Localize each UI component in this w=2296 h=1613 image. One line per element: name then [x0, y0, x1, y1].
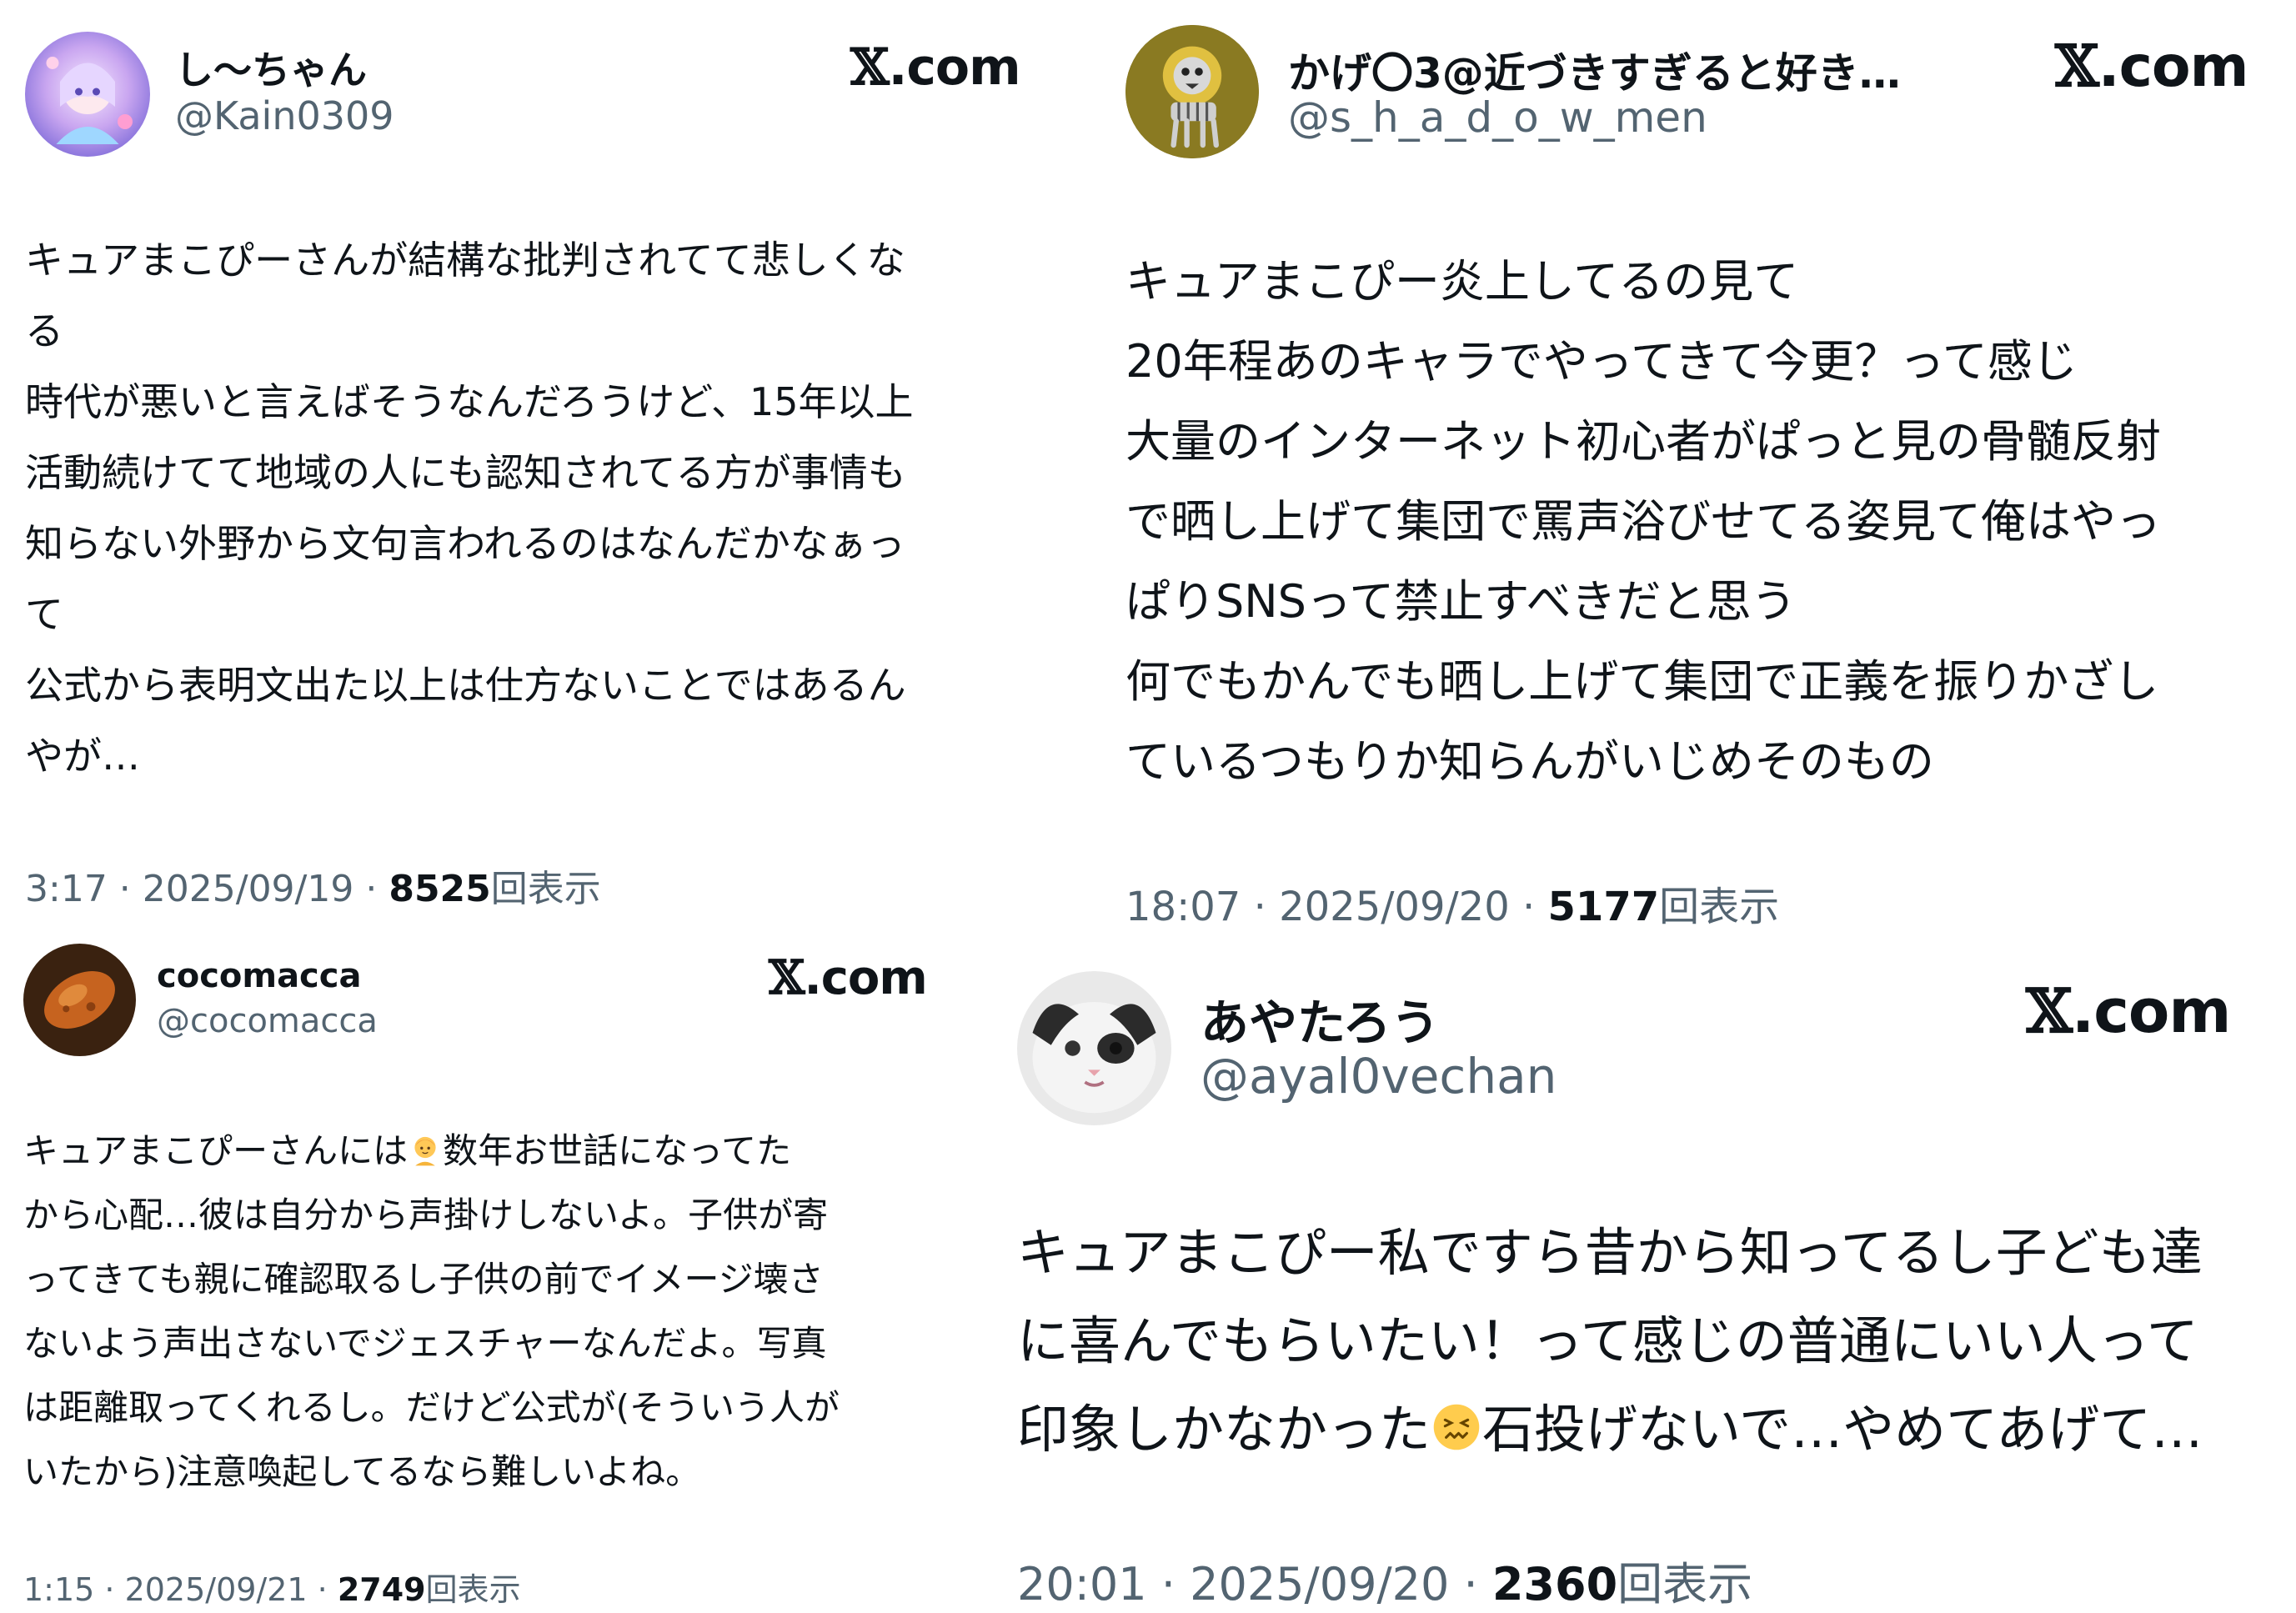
view-count: 5177 [1547, 884, 1660, 930]
user-handle[interactable]: @cocomacca [157, 1002, 378, 1040]
cat-face-avatar-icon[interactable] [1017, 971, 1171, 1125]
person-emoji-icon [408, 1132, 443, 1167]
view-count-suffix: 回表示 [1659, 884, 1780, 930]
orange-blob-avatar-icon[interactable] [23, 944, 136, 1056]
tweet-line: ぱりSNSって禁止すべきだと思う [1125, 575, 1797, 628]
tweet-line: ているつもりか知らんがいじめそのもの [1125, 735, 1934, 788]
user-handle[interactable]: @ayal0vechan [1201, 1048, 1557, 1105]
x-logo-icon: 𝕏 [769, 950, 805, 1005]
timestamp[interactable]: 1:15 · 2025/09/21 · [23, 1571, 338, 1608]
tweet-line: から心配…彼は自分から声掛けしないよ。子供が寄 [23, 1195, 829, 1235]
site-label: .com [2071, 976, 2232, 1046]
tweet-meta: 1:15 · 2025/09/21 · 2749回表示 [23, 1564, 521, 1610]
tweet-text: キュアまこぴー炎上してるの見て 20年程あのキャラでやってきて今更？って感じ 大… [1125, 242, 2161, 802]
timestamp[interactable]: 18:07 · 2025/09/20 · [1125, 884, 1548, 930]
x-logo-icon: 𝕏 [2055, 33, 2099, 100]
pastel-anime-avatar-icon[interactable] [25, 32, 150, 157]
x-com-logo[interactable]: 𝕏.com [769, 950, 928, 1005]
site-label: .com [888, 38, 1021, 97]
view-count: 2749 [337, 1571, 426, 1608]
confounded-face-emoji-icon [1431, 1401, 1482, 1453]
view-count-suffix: 回表示 [1617, 1558, 1753, 1610]
tweet-line: 印象しかなかった 石投げないで…やめてあげて… [1017, 1385, 2203, 1474]
tweet-line: 時代が悪いと言えばそうなんだろうけど、15年以上 [25, 379, 914, 424]
view-count: 8525 [389, 868, 491, 910]
display-name[interactable]: あやたろう [1201, 984, 1440, 1054]
display-name[interactable]: し〜ちゃん [175, 40, 367, 95]
tweet-line: やが… [25, 734, 140, 779]
site-label: .com [2098, 34, 2249, 100]
tweet-line: ってきても親に確認取るし子供の前でイメージ壊さ [23, 1259, 824, 1300]
user-handle[interactable]: @Kain0309 [175, 93, 394, 138]
display-name[interactable]: かげ〇3@近づきすぎると好き… [1288, 40, 1901, 100]
display-name[interactable]: cocomacca [157, 957, 361, 995]
x-com-logo[interactable]: 𝕏.com [850, 38, 1021, 97]
tweet-line: に喜んでもらいたい！って感じの普通にいい人って [1017, 1310, 2198, 1371]
tweet-line: 大量のインターネット初心者がぱっと見の骨髄反射 [1125, 415, 2161, 468]
tweet-meta: 18:07 · 2025/09/20 · 5177回表示 [1125, 874, 1779, 932]
tweet-line: ないよう声出さないでジェスチャーなんだよ。写真 [23, 1323, 827, 1364]
tweet-line: 知らない外野から文句言われるのはなんだかなぁっ [25, 521, 905, 566]
skeleton-lion-avatar-icon[interactable] [1125, 25, 1259, 158]
tweet-meta: 3:17 · 2025/09/19 · 8525回表示 [25, 859, 601, 912]
user-handle[interactable]: @s_h_a_d_o_w_men [1288, 93, 1707, 142]
timestamp[interactable]: 20:01 · 2025/09/20 · [1017, 1558, 1492, 1610]
tweet-line: いたから)注意喚起してるなら難しいよね。 [23, 1451, 701, 1492]
tweet-line: 20年程あのキャラでやってきて今更？って感じ [1125, 335, 2078, 388]
timestamp[interactable]: 3:17 · 2025/09/19 · [25, 868, 389, 910]
tweet-line-text: 石投げないで…やめてあげて… [1482, 1399, 2203, 1460]
view-count-suffix: 回表示 [425, 1571, 521, 1608]
tweet-line: キュアまこぴー炎上してるの見て [1125, 255, 1799, 308]
x-com-logo[interactable]: 𝕏.com [2026, 975, 2232, 1046]
tweet-line-text: 数年お世話になってた [443, 1130, 792, 1171]
tweet-line: て [25, 592, 63, 637]
tweet-line: で晒し上げて集団で罵声浴びせてる姿見て俺はやっ [1125, 495, 2161, 548]
tweet-line: キュアまこぴー私ですら昔から知ってるし子ども達 [1017, 1222, 2203, 1283]
x-com-logo[interactable]: 𝕏.com [2055, 33, 2248, 100]
tweet-line: キュアまこぴーさんが結構な批判されてて悲しくな [25, 238, 905, 283]
tweet-line: 何でもかんでも晒し上げて集団で正義を振りかざし [1125, 655, 2159, 708]
tweet-text: キュアまこぴー私ですら昔から知ってるし子ども達 に喜んでもらいたい！って感じの普… [1017, 1209, 2203, 1474]
tweet-text: キュアまこぴーさんが結構な批判されてて悲しくな る 時代が悪いと言えばそうなんだ… [25, 225, 913, 792]
tweet-line-text: キュアまこぴーさんには [23, 1130, 409, 1171]
tweet-line: 活動続けてて地域の人にも認知されてる方が事情も [25, 450, 906, 495]
tweet-line: キュアまこぴーさんには 数年お世話になってた [23, 1119, 840, 1183]
site-label: .com [804, 951, 927, 1005]
tweet-line: は距離取ってくれるし。だけど公式が(そういう人が [23, 1387, 840, 1428]
tweet-text: キュアまこぴーさんには 数年お世話になってた から心配…彼は自分から声掛けしないよ… [23, 1119, 840, 1504]
view-count-suffix: 回表示 [490, 868, 601, 910]
x-logo-icon: 𝕏 [850, 38, 890, 97]
tweet-meta: 20:01 · 2025/09/20 · 2360回表示 [1017, 1547, 1752, 1613]
tweet-line: 公式から表明文出た以上は仕方ないことではあるん [25, 663, 906, 708]
view-count: 2360 [1491, 1558, 1618, 1610]
tweet-line-text: 印象しかなかった [1017, 1399, 1431, 1460]
x-logo-icon: 𝕏 [2026, 975, 2073, 1046]
tweet-line: る [25, 308, 63, 353]
